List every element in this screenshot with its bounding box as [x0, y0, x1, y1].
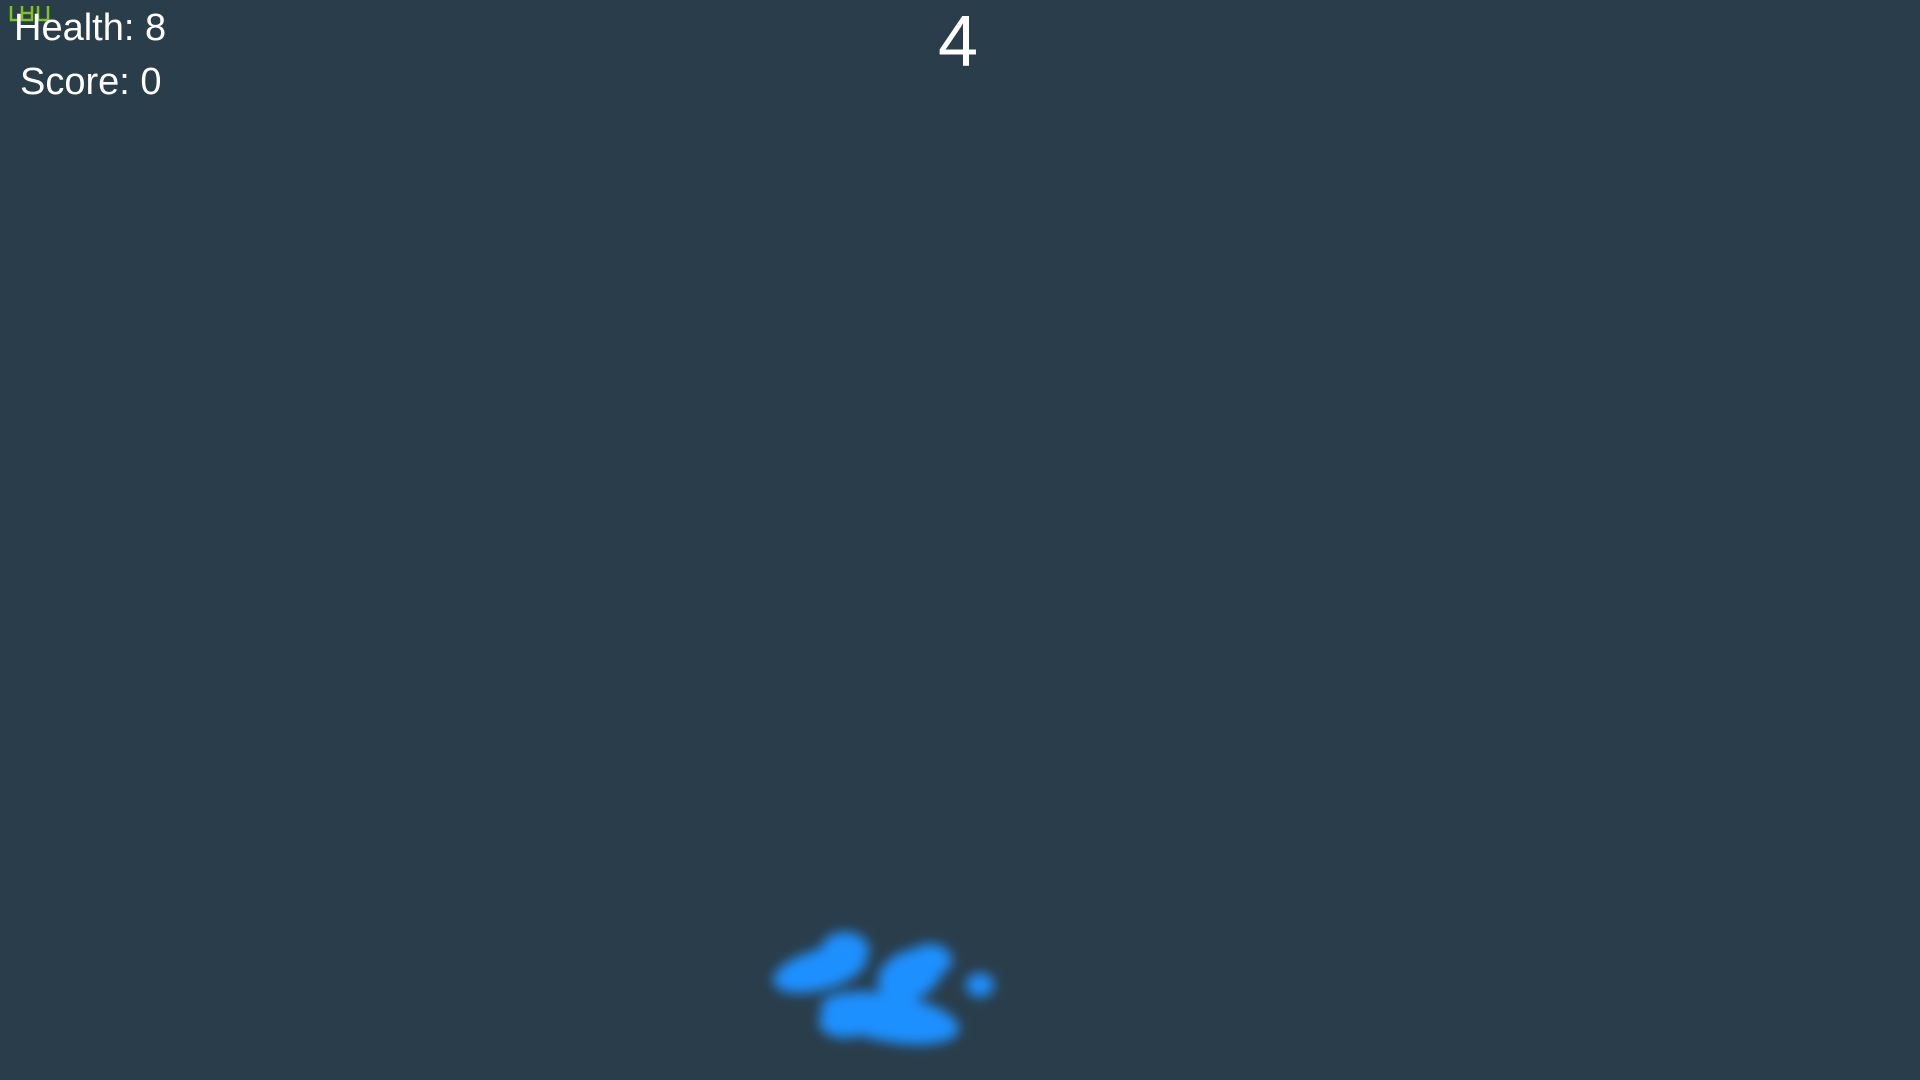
- health-label: Health: 8: [14, 7, 167, 49]
- player-blob-icon[interactable]: [740, 900, 1040, 1080]
- game-canvas[interactable]: Health: 8 Score: 0 4: [0, 0, 1920, 1080]
- score-label: Score: 0: [20, 61, 162, 103]
- countdown-timer: 4: [937, 2, 979, 82]
